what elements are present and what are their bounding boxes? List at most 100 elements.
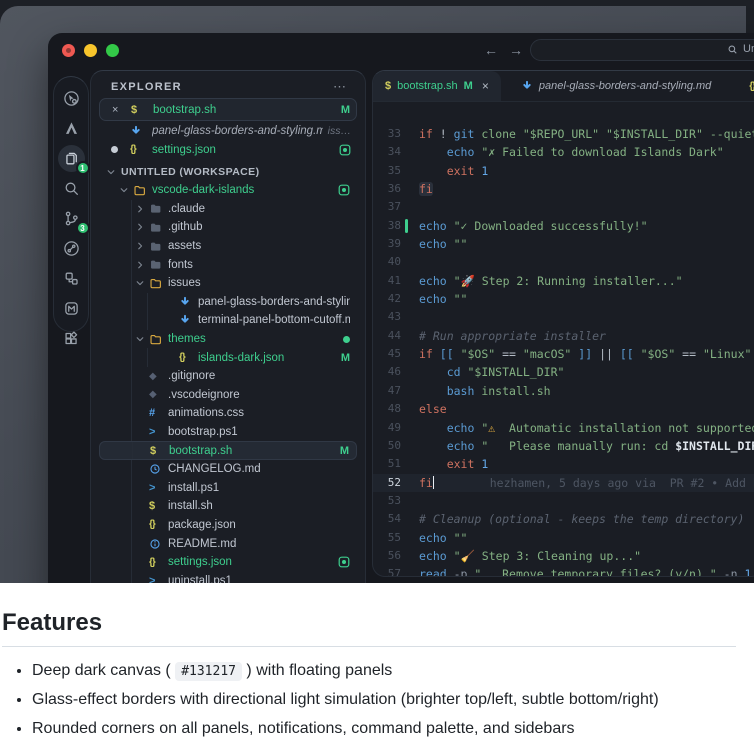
- code-line[interactable]: 33 if ! git clone "$REPO_URL" "$INSTALL_D…: [373, 125, 754, 143]
- more-actions-icon[interactable]: ⋯: [333, 80, 347, 93]
- indent-guide: [131, 515, 132, 535]
- code-line[interactable]: 39 echo "": [373, 235, 754, 253]
- editor-tab[interactable]: {}s: [737, 71, 754, 101]
- editor-tab[interactable]: panel-glass-borders-and-styling.md: [509, 71, 723, 101]
- close-window-button[interactable]: [62, 44, 75, 57]
- code-line[interactable]: 37: [373, 198, 754, 216]
- code-text: echo "": [419, 237, 468, 252]
- tree-item[interactable]: ◆ .vscodeignore: [99, 385, 357, 405]
- file-label: .gitignore: [168, 370, 216, 383]
- activity-item-a-logo[interactable]: [58, 115, 85, 142]
- tree-item[interactable]: CHANGELOG.md: [99, 459, 357, 479]
- workspace-section-header[interactable]: UNTITLED (WORKSPACE): [91, 159, 365, 181]
- code-line[interactable]: 42 echo "": [373, 290, 754, 308]
- tree-item[interactable]: {} settings.json: [99, 552, 357, 572]
- code-line[interactable]: 45 if [[ "$OS" == "macOS" ]] || [[ "$OS" …: [373, 345, 754, 363]
- tree-item[interactable]: $ install.sh: [99, 497, 357, 516]
- tree-item[interactable]: > install.ps1: [99, 478, 357, 498]
- tree-item[interactable]: ◆ .gitignore: [99, 366, 357, 386]
- activity-item-m-box[interactable]: [58, 295, 85, 322]
- tree-item[interactable]: issues: [99, 273, 357, 293]
- file-icon: {}: [179, 352, 186, 364]
- nav-forward-icon[interactable]: →: [509, 40, 523, 60]
- indent-guide: [131, 236, 132, 256]
- code-line[interactable]: 36 fi: [373, 180, 754, 198]
- code-line[interactable]: 49 echo "⚠ Automatic installation not su…: [373, 419, 754, 437]
- explorer-title: EXPLORER: [111, 81, 182, 93]
- code-line[interactable]: 50 echo " Please manually run: cd $INSTA…: [373, 437, 754, 455]
- code-line[interactable]: 55 echo "": [373, 529, 754, 547]
- code-line[interactable]: 38 echo "✓ Downloaded successfully!": [373, 217, 754, 235]
- code-text: if [[ "$OS" == "macOS" ]] || [[ "$OS" ==…: [419, 347, 752, 362]
- code-text: exit 1: [446, 457, 489, 472]
- tree-item[interactable]: # animations.css: [99, 404, 357, 423]
- close-icon[interactable]: ×: [112, 104, 131, 116]
- modified-badge: M: [340, 351, 350, 364]
- editor-tab[interactable]: $ bootstrap.sh M ×: [373, 71, 501, 101]
- code-line[interactable]: 40: [373, 253, 754, 271]
- activity-item-extensions[interactable]: [58, 325, 85, 352]
- code-line[interactable]: 52 fi hezhamen, 5 days ago via PR #2 • Ad…: [373, 473, 754, 492]
- tree-item[interactable]: terminal-panel-bottom-cutoff.md: [99, 311, 357, 330]
- file-label: islands-dark.json: [198, 351, 285, 364]
- zoom-window-button[interactable]: [106, 44, 119, 57]
- code-line[interactable]: 51 exit 1: [373, 455, 754, 473]
- tree-item[interactable]: > uninstall.ps1: [99, 571, 357, 583]
- line-number: 46: [387, 365, 401, 379]
- code-line[interactable]: 43: [373, 308, 754, 326]
- open-editor-row[interactable]: × $ bootstrap.sh M: [99, 98, 357, 121]
- tab-label: panel-glass-borders-and-styling.md: [538, 80, 712, 92]
- code-line[interactable]: 47 bash install.sh: [373, 382, 754, 400]
- code-line[interactable]: 48 else: [373, 400, 754, 418]
- tree-item[interactable]: {} islands-dark.json M: [99, 348, 357, 367]
- tree-item[interactable]: $ bootstrap.sh M: [99, 441, 357, 460]
- chevron-down-icon: [135, 278, 149, 288]
- activity-item-files[interactable]: 1: [57, 145, 90, 175]
- tree-item[interactable]: .claude: [99, 199, 357, 219]
- tree-item[interactable]: .github: [99, 218, 357, 237]
- open-editor-row[interactable]: panel-glass-borders-and-styling.md iss…: [99, 121, 357, 140]
- activity-item-pointer-gear[interactable]: [58, 85, 85, 112]
- code-line[interactable]: 54 # Cleanup (optional - keeps the temp d…: [373, 510, 754, 528]
- code-line[interactable]: 56 echo "🧹 Step 3: Cleaning up...": [373, 547, 754, 565]
- editor-tabbar: $ bootstrap.sh M × panel-glass-borders-and-s…: [373, 71, 754, 102]
- tree-item[interactable]: assets: [99, 236, 357, 256]
- code-line[interactable]: 41 echo "🚀 Step 2: Running installer...": [373, 272, 754, 290]
- indent-guide: [131, 311, 132, 330]
- code-line[interactable]: 34 echo "✗ Failed to download Islands Da…: [373, 143, 754, 161]
- close-icon[interactable]: ×: [482, 79, 489, 93]
- chevron-down-icon: [106, 167, 116, 177]
- activity-item-symbols[interactable]: [58, 265, 85, 292]
- code-line[interactable]: 44 # Run appropriate installer: [373, 327, 754, 345]
- minimize-window-button[interactable]: [84, 44, 97, 57]
- code-line[interactable]: 35 exit 1: [373, 162, 754, 180]
- file-icon: [149, 277, 168, 290]
- indent-guide: [131, 292, 132, 312]
- modified-badge: M: [340, 103, 350, 116]
- code-editor[interactable]: 33 if ! git clone "$REPO_URL" "$INSTALL_D…: [373, 102, 754, 576]
- line-number: 38: [387, 218, 401, 232]
- code-line[interactable]: 53: [373, 492, 754, 510]
- tree-item[interactable]: {} package.json: [99, 515, 357, 535]
- file-label: .github: [168, 221, 203, 234]
- command-center-search[interactable]: Un: [530, 39, 754, 61]
- code-line[interactable]: 57 read -p " Remove temporary files? (y/n…: [373, 565, 754, 576]
- nav-back-icon[interactable]: ←: [484, 40, 498, 60]
- file-icon: $: [150, 444, 157, 457]
- tree-item[interactable]: fonts: [99, 255, 357, 274]
- activity-item-source-control[interactable]: 3: [58, 205, 90, 235]
- code-line[interactable]: 46 cd "$INSTALL_DIR": [373, 363, 754, 381]
- tree-item[interactable]: vscode-dark-islands: [99, 181, 357, 200]
- open-editor-row[interactable]: {} settings.json: [99, 140, 357, 159]
- activity-item-timeline[interactable]: [58, 235, 85, 262]
- activity-item-search[interactable]: [58, 175, 85, 202]
- indent-guide: [131, 199, 132, 219]
- tree-item[interactable]: > bootstrap.ps1: [99, 422, 357, 442]
- code-text: cd "$INSTALL_DIR": [446, 365, 565, 380]
- tree-item[interactable]: README.md: [99, 534, 357, 553]
- tree-item[interactable]: themes: [99, 329, 357, 349]
- tree-item[interactable]: panel-glass-borders-and-styling.…: [99, 292, 357, 312]
- gutter-change-marker: [405, 218, 408, 234]
- decoration-text: iss…: [327, 124, 351, 137]
